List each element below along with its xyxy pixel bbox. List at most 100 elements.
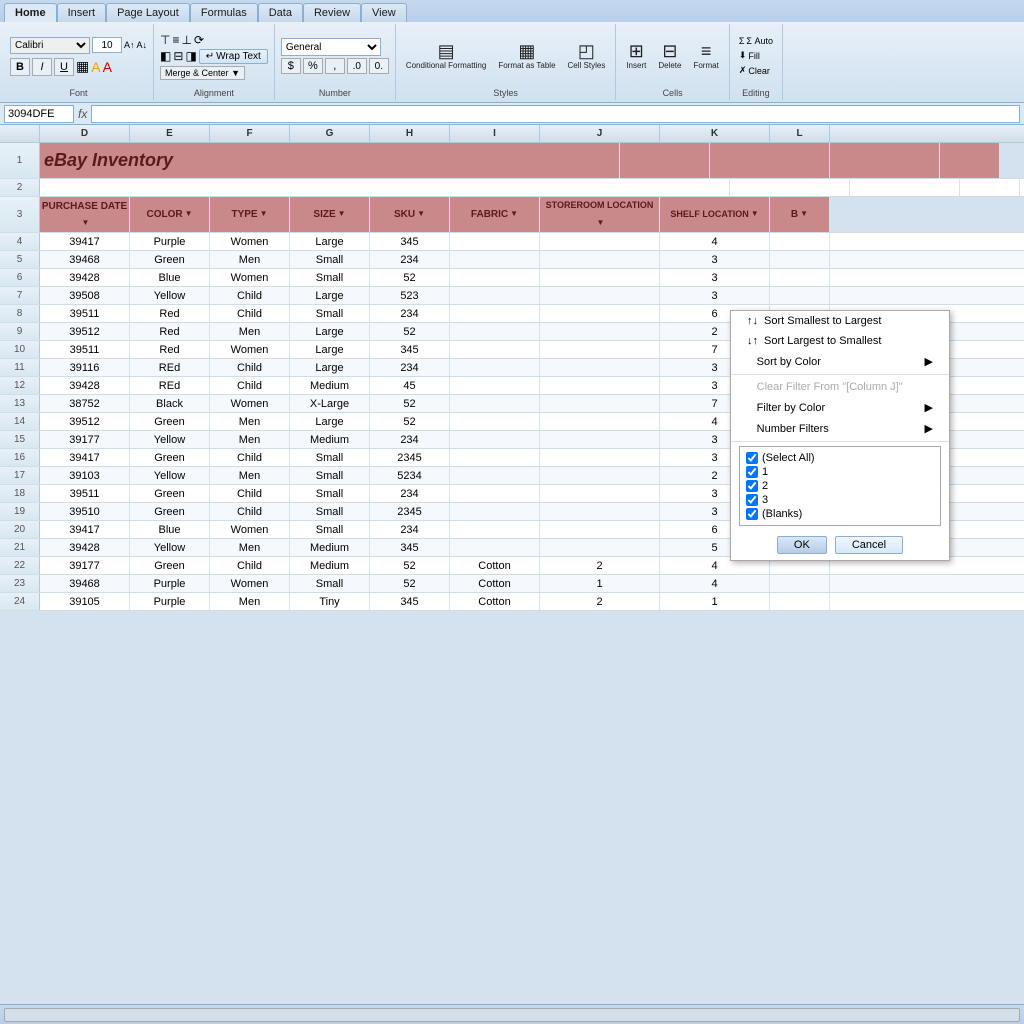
checkbox-3-input[interactable] — [746, 494, 758, 506]
number-format-select[interactable]: General Number Currency Date — [281, 38, 381, 56]
cell-17-2[interactable]: Men — [210, 467, 290, 484]
auto-sum-btn[interactable]: Σ Σ Auto — [736, 35, 776, 47]
cell-19-5[interactable] — [450, 503, 540, 520]
cell-20-6[interactable] — [540, 521, 660, 538]
font-family-select[interactable]: Calibri — [10, 37, 90, 54]
cell-6-1[interactable]: Blue — [130, 269, 210, 286]
cell-24-3[interactable]: Tiny — [290, 593, 370, 610]
cell-13-4[interactable]: 52 — [370, 395, 450, 412]
cell-16-4[interactable]: 2345 — [370, 449, 450, 466]
cell-8-6[interactable] — [540, 305, 660, 322]
cell-9-1[interactable]: Red — [130, 323, 210, 340]
cell-18-2[interactable]: Child — [210, 485, 290, 502]
cell-5-0[interactable]: 39468 — [40, 251, 130, 268]
cell-6-0[interactable]: 39428 — [40, 269, 130, 286]
col-header-d[interactable]: D — [40, 125, 130, 142]
checkbox-1-input[interactable] — [746, 466, 758, 478]
col-header-f[interactable]: F — [210, 125, 290, 142]
cell-13-6[interactable] — [540, 395, 660, 412]
checkbox-blanks[interactable]: (Blanks) — [744, 507, 936, 521]
horizontal-scrollbar[interactable] — [4, 1008, 1020, 1022]
cell-15-6[interactable] — [540, 431, 660, 448]
cell-19-6[interactable] — [540, 503, 660, 520]
cell-21-4[interactable]: 345 — [370, 539, 450, 556]
cell-7-7[interactable]: 3 — [660, 287, 770, 304]
cell-5-6[interactable] — [540, 251, 660, 268]
cell-19-0[interactable]: 39510 — [40, 503, 130, 520]
delete-btn[interactable]: ⊟ Delete — [654, 40, 685, 72]
cell-17-3[interactable]: Small — [290, 467, 370, 484]
font-size-decrease-btn[interactable]: A↓ — [137, 40, 148, 50]
cell-15-5[interactable] — [450, 431, 540, 448]
format-as-table-btn[interactable]: ▦ Format as Table — [494, 40, 559, 72]
cell-22-5[interactable]: Cotton — [450, 557, 540, 574]
cell-14-1[interactable]: Green — [130, 413, 210, 430]
checkbox-blanks-input[interactable] — [746, 508, 758, 520]
cell-22-3[interactable]: Medium — [290, 557, 370, 574]
cell-12-4[interactable]: 45 — [370, 377, 450, 394]
cell-9-0[interactable]: 39512 — [40, 323, 130, 340]
cell-18-4[interactable]: 234 — [370, 485, 450, 502]
cell-4-1[interactable]: Purple — [130, 233, 210, 250]
merge-center-button[interactable]: Merge & Center ▼ — [160, 66, 245, 80]
cell-styles-btn[interactable]: ◰ Cell Styles — [564, 40, 610, 72]
cell-7-1[interactable]: Yellow — [130, 287, 210, 304]
cell-4-0[interactable]: 39417 — [40, 233, 130, 250]
cell-4-7[interactable]: 4 — [660, 233, 770, 250]
checkbox-1[interactable]: 1 — [744, 465, 936, 479]
cell-22-4[interactable]: 52 — [370, 557, 450, 574]
cell-19-3[interactable]: Small — [290, 503, 370, 520]
cell-12-6[interactable] — [540, 377, 660, 394]
filter-arrow-color[interactable]: ▼ — [185, 210, 193, 219]
cell-11-0[interactable]: 39116 — [40, 359, 130, 376]
cell-23-7[interactable]: 4 — [660, 575, 770, 592]
cell-7-3[interactable]: Large — [290, 287, 370, 304]
cell-23-4[interactable]: 52 — [370, 575, 450, 592]
cell-14-6[interactable] — [540, 413, 660, 430]
cell-22-6[interactable]: 2 — [540, 557, 660, 574]
decrease-decimal-btn[interactable]: 0. — [369, 58, 389, 74]
cell-12-3[interactable]: Medium — [290, 377, 370, 394]
cell-7-8[interactable] — [770, 287, 830, 304]
cell-16-3[interactable]: Small — [290, 449, 370, 466]
cell-8-3[interactable]: Small — [290, 305, 370, 322]
cell-15-2[interactable]: Men — [210, 431, 290, 448]
border-button[interactable]: ▦ — [76, 58, 89, 75]
cell-7-5[interactable] — [450, 287, 540, 304]
cell-14-2[interactable]: Men — [210, 413, 290, 430]
col-header-i[interactable]: I — [450, 125, 540, 142]
cell-12-5[interactable] — [450, 377, 540, 394]
cell-9-5[interactable] — [450, 323, 540, 340]
checkbox-2-input[interactable] — [746, 480, 758, 492]
formula-input[interactable] — [91, 105, 1020, 123]
font-size-increase-btn[interactable]: A↑ — [124, 40, 135, 50]
cell-18-1[interactable]: Green — [130, 485, 210, 502]
filter-arrow-storeroom[interactable]: ▼ — [597, 219, 605, 228]
align-center-btn[interactable]: ⊟ — [173, 49, 183, 64]
cell-13-1[interactable]: Black — [130, 395, 210, 412]
orient-btn[interactable]: ⟳ — [194, 33, 204, 47]
filter-arrow-date[interactable]: ▼ — [82, 219, 90, 228]
cell-11-4[interactable]: 234 — [370, 359, 450, 376]
cell-23-8[interactable] — [770, 575, 830, 592]
checkbox-select-all[interactable]: (Select All) — [744, 451, 936, 465]
cell-24-4[interactable]: 345 — [370, 593, 450, 610]
cell-23-3[interactable]: Small — [290, 575, 370, 592]
cell-9-6[interactable] — [540, 323, 660, 340]
checkbox-3[interactable]: 3 — [744, 493, 936, 507]
checkbox-2[interactable]: 2 — [744, 479, 936, 493]
cell-24-6[interactable]: 2 — [540, 593, 660, 610]
cell-21-2[interactable]: Men — [210, 539, 290, 556]
cell-20-3[interactable]: Small — [290, 521, 370, 538]
cell-11-6[interactable] — [540, 359, 660, 376]
cell-22-0[interactable]: 39177 — [40, 557, 130, 574]
cell-21-6[interactable] — [540, 539, 660, 556]
cell-6-6[interactable] — [540, 269, 660, 286]
fill-btn[interactable]: ⬇ Fill — [736, 49, 776, 62]
cell-18-6[interactable] — [540, 485, 660, 502]
currency-btn[interactable]: $ — [281, 58, 301, 74]
cell-6-7[interactable]: 3 — [660, 269, 770, 286]
cell-9-4[interactable]: 52 — [370, 323, 450, 340]
cell-23-1[interactable]: Purple — [130, 575, 210, 592]
cell-5-1[interactable]: Green — [130, 251, 210, 268]
